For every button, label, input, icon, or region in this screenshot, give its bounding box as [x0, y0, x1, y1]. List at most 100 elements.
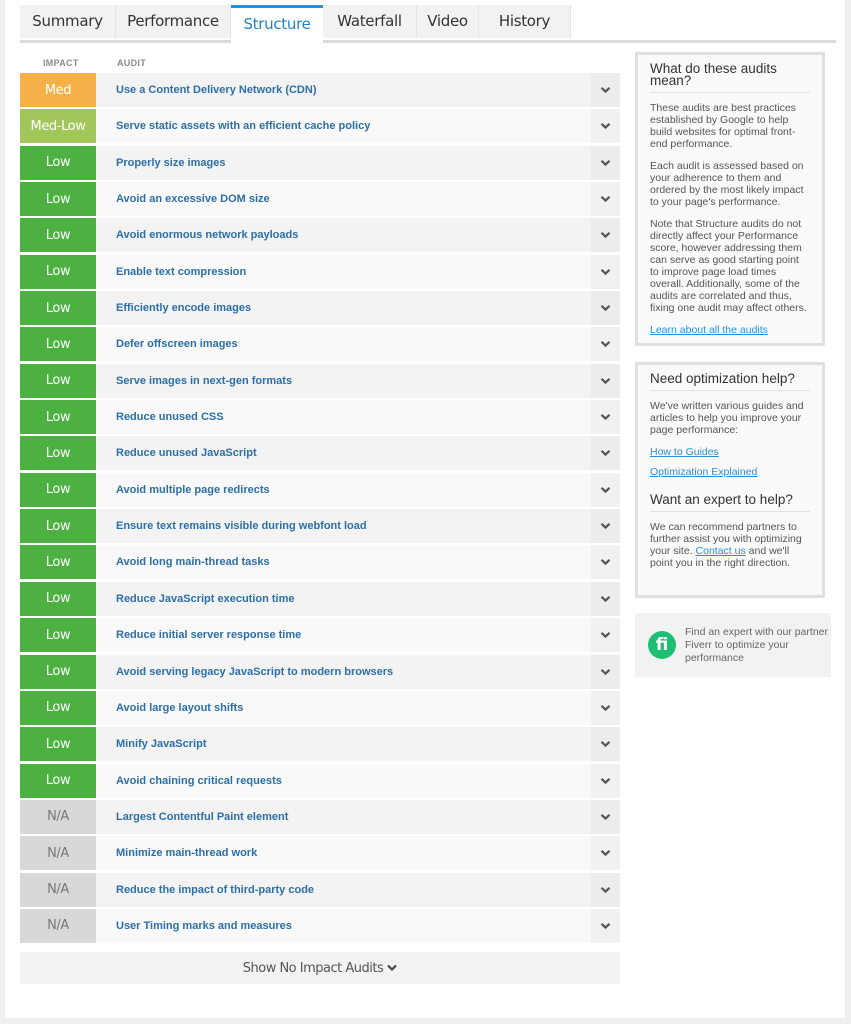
expand-audit-button[interactable] [591, 690, 620, 725]
tab-summary[interactable]: Summary [20, 5, 116, 38]
audit-title[interactable]: Minify JavaScript [96, 727, 591, 762]
audit-row[interactable]: Med Use a Content Delivery Network (CDN) [20, 73, 620, 107]
audit-title[interactable]: Use a Content Delivery Network (CDN) [96, 73, 591, 107]
audit-title[interactable]: Avoid long main-thread tasks [96, 545, 591, 580]
expand-audit-button[interactable] [591, 908, 620, 943]
how-to-guides-link[interactable]: How to Guides [650, 446, 810, 458]
expand-audit-button[interactable] [591, 363, 620, 398]
expand-audit-button[interactable] [591, 73, 620, 107]
expand-audit-button[interactable] [591, 291, 620, 326]
audit-row[interactable]: Low Reduce unused CSS [20, 400, 620, 435]
expand-audit-button[interactable] [591, 218, 620, 253]
tab-video[interactable]: Video [417, 5, 479, 38]
audit-title[interactable]: Defer offscreen images [96, 327, 591, 362]
audit-title[interactable]: Efficiently encode images [96, 291, 591, 326]
chevron-down-icon [600, 414, 611, 421]
expand-audit-button[interactable] [591, 654, 620, 689]
impact-badge: Low [20, 363, 96, 398]
expand-audit-button[interactable] [591, 145, 620, 180]
audit-row[interactable]: Low Ensure text remains visible during we… [20, 509, 620, 544]
chevron-down-icon [600, 159, 611, 166]
expand-audit-button[interactable] [591, 727, 620, 762]
audit-title[interactable]: Reduce unused JavaScript [96, 436, 591, 471]
audit-row[interactable]: Low Avoid large layout shifts [20, 690, 620, 725]
about-paragraph-1: These audits are best practices establis… [650, 102, 796, 150]
audit-list: Med Use a Content Delivery Network (CDN) M… [20, 73, 620, 945]
audit-title[interactable]: Serve images in next-gen formats [96, 363, 591, 398]
audit-title[interactable]: Avoid large layout shifts [96, 690, 591, 725]
audit-title[interactable]: Avoid an excessive DOM size [96, 182, 591, 217]
audit-row[interactable]: Low Properly size images [20, 145, 620, 180]
audit-row[interactable]: Low Reduce JavaScript execution time [20, 581, 620, 616]
audit-title[interactable]: Reduce JavaScript execution time [96, 581, 591, 616]
expand-audit-button[interactable] [591, 109, 620, 144]
impact-badge: N/A [20, 908, 96, 943]
audit-row[interactable]: Low Avoid enormous network payloads [20, 218, 620, 253]
audit-row[interactable]: Low Avoid chaining critical requests [20, 763, 620, 798]
audit-row[interactable]: Low Avoid multiple page redirects [20, 472, 620, 507]
expand-audit-button[interactable] [591, 836, 620, 871]
audit-title[interactable]: Avoid multiple page redirects [96, 472, 591, 507]
audit-row[interactable]: Med-Low Serve static assets with an effic… [20, 109, 620, 144]
audit-row[interactable]: N/A Reduce the impact of third-party code [20, 872, 620, 907]
optimization-explained-link[interactable]: Optimization Explained [650, 466, 810, 478]
tab-structure[interactable]: Structure [231, 5, 323, 43]
audit-title[interactable]: Largest Contentful Paint element [96, 799, 591, 834]
expand-audit-button[interactable] [591, 509, 620, 544]
expand-audit-button[interactable] [591, 436, 620, 471]
audit-title[interactable]: Avoid chaining critical requests [96, 763, 591, 798]
expand-audit-button[interactable] [591, 618, 620, 653]
expand-audit-button[interactable] [591, 581, 620, 616]
audit-title[interactable]: Avoid enormous network payloads [96, 218, 591, 253]
audit-title[interactable]: Ensure text remains visible during webfo… [96, 509, 591, 544]
fiverr-partner-banner[interactable]: fi Find an expert with our partner Fiver… [635, 613, 831, 677]
expand-audit-button[interactable] [591, 545, 620, 580]
expand-audit-button[interactable] [591, 327, 620, 362]
impact-badge: Med-Low [20, 109, 96, 144]
audit-title[interactable]: Reduce initial server response time [96, 618, 591, 653]
optimization-help-panel: Need optimization help? We've written va… [635, 362, 825, 598]
impact-column-header: IMPACT [43, 58, 79, 68]
impact-badge: Low [20, 291, 96, 326]
chevron-down-icon [600, 305, 611, 312]
show-no-impact-audits-button[interactable]: Show No Impact Audits [20, 952, 620, 984]
audit-row[interactable]: N/A Minimize main-thread work [20, 836, 620, 871]
fiverr-banner-text: Find an expert with our partner Fiverr t… [685, 625, 828, 664]
learn-about-audits-link[interactable]: Learn about all the audits [650, 324, 768, 336]
impact-badge: Low [20, 472, 96, 507]
audit-row[interactable]: N/A Largest Contentful Paint element [20, 799, 620, 834]
audit-row[interactable]: Low Efficiently encode images [20, 291, 620, 326]
chevron-down-icon [600, 741, 611, 748]
audit-row[interactable]: Low Minify JavaScript [20, 727, 620, 762]
audit-title[interactable]: Properly size images [96, 145, 591, 180]
expand-audit-button[interactable] [591, 182, 620, 217]
audit-row[interactable]: Low Serve images in next-gen formats [20, 363, 620, 398]
audit-title[interactable]: Minimize main-thread work [96, 836, 591, 871]
contact-us-link[interactable]: Contact us [696, 545, 746, 557]
audit-title[interactable]: Reduce unused CSS [96, 400, 591, 435]
expand-audit-button[interactable] [591, 472, 620, 507]
impact-badge: N/A [20, 799, 96, 834]
tab-waterfall[interactable]: Waterfall [323, 5, 417, 38]
audit-row[interactable]: Low Avoid serving legacy JavaScript to mo… [20, 654, 620, 689]
audit-row[interactable]: Low Reduce unused JavaScript [20, 436, 620, 471]
audit-row[interactable]: N/A User Timing marks and measures [20, 908, 620, 943]
audit-title[interactable]: Enable text compression [96, 254, 591, 289]
audit-row[interactable]: Low Defer offscreen images [20, 327, 620, 362]
audit-title[interactable]: Avoid serving legacy JavaScript to moder… [96, 654, 591, 689]
audit-row[interactable]: Low Reduce initial server response time [20, 618, 620, 653]
expand-audit-button[interactable] [591, 400, 620, 435]
audit-row[interactable]: Low Enable text compression [20, 254, 620, 289]
chevron-down-icon [600, 450, 611, 457]
tab-performance[interactable]: Performance [116, 5, 231, 38]
audit-row[interactable]: Low Avoid long main-thread tasks [20, 545, 620, 580]
tab-history[interactable]: History [479, 5, 571, 38]
expand-audit-button[interactable] [591, 799, 620, 834]
expand-audit-button[interactable] [591, 872, 620, 907]
audit-title[interactable]: Reduce the impact of third-party code [96, 872, 591, 907]
audit-row[interactable]: Low Avoid an excessive DOM size [20, 182, 620, 217]
audit-title[interactable]: Serve static assets with an efficient ca… [96, 109, 591, 144]
expand-audit-button[interactable] [591, 763, 620, 798]
expand-audit-button[interactable] [591, 254, 620, 289]
audit-title[interactable]: User Timing marks and measures [96, 908, 591, 943]
